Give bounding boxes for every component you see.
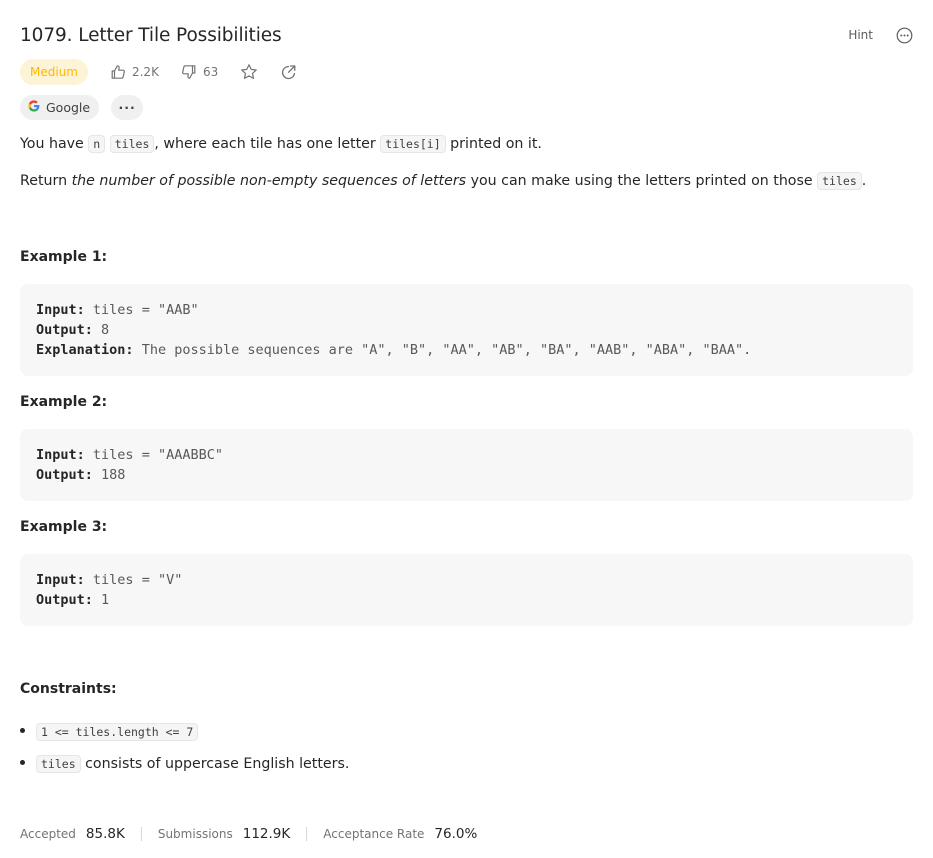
input-value: tiles = "AAABBC" [92, 447, 223, 463]
output-label: Output: [36, 592, 93, 608]
example-output-line: Output: 1 [36, 590, 897, 610]
hint-button[interactable]: Hint [848, 28, 873, 42]
description-paragraph-1: You have n tiles, where each tile has on… [20, 135, 542, 153]
inline-code: tiles [109, 135, 155, 153]
tag-row: Google ··· [20, 95, 144, 120]
title-tools: Hint [848, 26, 913, 44]
input-value: tiles = "AAB" [92, 302, 199, 318]
explanation-value: The possible sequences are "A", "B", "AA… [141, 342, 752, 358]
submissions-label: Submissions [157, 827, 233, 841]
output-value: 8 [101, 322, 110, 338]
text: Return [20, 173, 72, 189]
problem-title[interactable]: 1079. Letter Tile Possibilities [20, 25, 282, 46]
input-value: tiles = "V" [92, 572, 183, 588]
acceptance-rate-label: Acceptance Rate [323, 827, 425, 841]
text: consists of uppercase English letters. [80, 756, 350, 772]
dislike-count: 63 [202, 65, 219, 79]
inline-code: tiles[i] [380, 135, 446, 153]
share-icon[interactable] [280, 64, 297, 81]
input-label: Input: [36, 572, 85, 588]
constraints-heading: Constraints: [20, 681, 117, 697]
star-icon[interactable] [240, 63, 258, 81]
text: , where each tile has one letter [154, 136, 381, 152]
example-output-line: Output: 8 [36, 320, 897, 340]
more-tags-button[interactable]: ··· [111, 95, 144, 120]
example-1-heading: Example 1: [20, 249, 108, 265]
example-3-heading: Example 3: [20, 519, 108, 535]
text: You have [20, 136, 89, 152]
submissions-value: 112.9K [242, 826, 291, 842]
example-input-line: Input: tiles = "AAABBC" [36, 445, 897, 465]
difficulty-badge: Medium [20, 59, 88, 85]
divider [306, 827, 308, 841]
input-label: Input: [36, 447, 85, 463]
title-row: 1079. Letter Tile Possibilities Hint [20, 20, 913, 50]
stats-row: Accepted 85.8K Submissions 112.9K Accept… [20, 824, 477, 844]
inline-code: tiles [817, 172, 862, 190]
input-label: Input: [36, 302, 85, 318]
like-count: 2.2K [131, 65, 159, 79]
example-output-line: Output: 188 [36, 465, 897, 485]
example-2-heading: Example 2: [20, 394, 108, 410]
inline-code: n [88, 135, 106, 153]
accepted-value: 85.8K [85, 826, 125, 842]
output-label: Output: [36, 322, 93, 338]
output-value: 188 [101, 467, 126, 483]
google-icon [28, 100, 40, 115]
example-1-block: Input: tiles = "AAB" Output: 8 Explanati… [20, 284, 913, 376]
example-input-line: Input: tiles = "V" [36, 570, 897, 590]
accepted-label: Accepted [20, 827, 76, 841]
description-paragraph-2: Return the number of possible non-empty … [20, 172, 867, 190]
constraints-list: 1 <= tiles.length <= 7 tiles consists of… [20, 716, 349, 780]
example-input-line: Input: tiles = "AAB" [36, 300, 897, 320]
meta-row: Medium 2.2K 63 [20, 58, 297, 86]
text: . [861, 173, 867, 189]
thumbs-up-icon [110, 64, 126, 80]
example-explanation-line: Explanation: The possible sequences are … [36, 340, 897, 360]
text: you can make using the letters printed o… [466, 173, 818, 189]
dislike-button[interactable]: 63 [181, 64, 218, 80]
divider [140, 827, 142, 841]
more-options-icon[interactable] [895, 26, 913, 44]
explanation-label: Explanation: [36, 342, 134, 358]
thumbs-down-icon [181, 64, 197, 80]
constraint-item: 1 <= tiles.length <= 7 [20, 716, 349, 748]
text: printed on it. [445, 136, 542, 152]
example-2-block: Input: tiles = "AAABBC" Output: 188 [20, 429, 913, 501]
inline-code: tiles [36, 755, 81, 773]
company-tag-google[interactable]: Google [20, 95, 100, 120]
like-button[interactable]: 2.2K [110, 64, 159, 80]
constraint-item: tiles consists of uppercase English lett… [20, 748, 349, 780]
example-3-block: Input: tiles = "V" Output: 1 [20, 554, 913, 626]
acceptance-rate-value: 76.0% [434, 826, 478, 842]
output-value: 1 [101, 592, 110, 608]
company-tag-label: Google [46, 100, 91, 115]
inline-code: 1 <= tiles.length <= 7 [36, 723, 199, 741]
emphasis-text: the number of possible non-empty sequenc… [71, 173, 467, 189]
output-label: Output: [36, 467, 93, 483]
